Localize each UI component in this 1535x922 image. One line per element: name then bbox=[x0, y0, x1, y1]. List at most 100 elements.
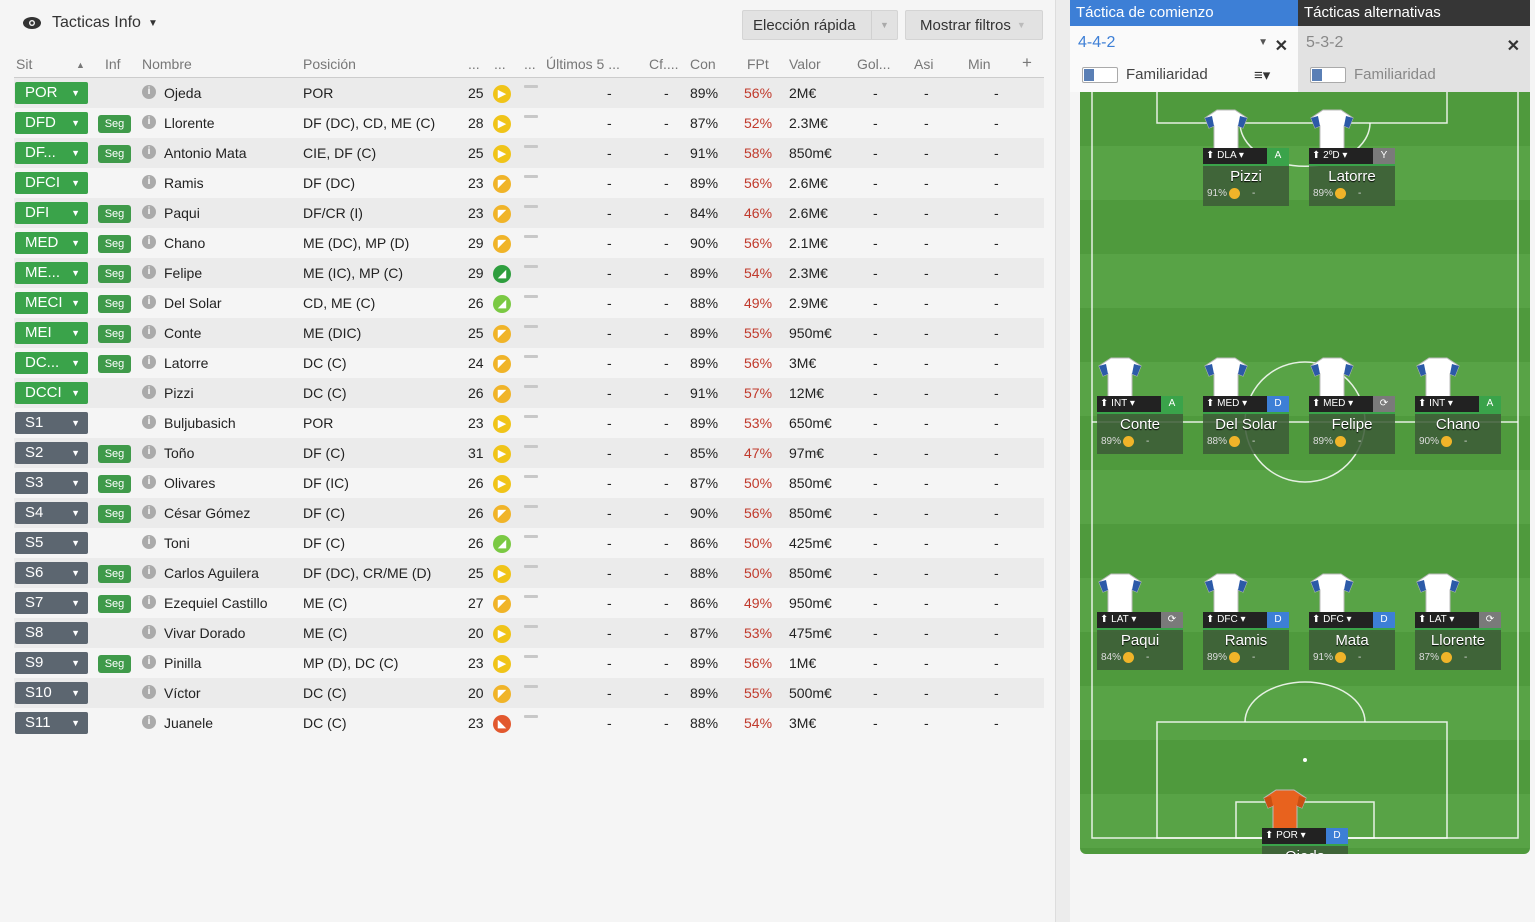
player-name[interactable]: Buljubasich bbox=[164, 415, 236, 431]
role-bar[interactable]: ⬆ LAT ▾ ⟳ bbox=[1415, 612, 1501, 628]
player-name[interactable]: Ezequiel Castillo bbox=[164, 595, 268, 611]
status-badge[interactable]: Seg bbox=[98, 355, 131, 373]
position-selector[interactable]: DFD ▼ bbox=[15, 112, 88, 134]
position-selector[interactable]: S8 ▼ bbox=[15, 622, 88, 644]
role-bar[interactable]: ⬆ 2ºD ▾ Y bbox=[1309, 148, 1395, 164]
info-icon[interactable]: i bbox=[142, 535, 156, 549]
position-selector[interactable]: S5 ▼ bbox=[15, 532, 88, 554]
col-condition[interactable]: ... bbox=[494, 56, 506, 72]
position-selector[interactable]: DFI ▼ bbox=[15, 202, 88, 224]
col-cf[interactable]: Cf.... bbox=[649, 56, 679, 72]
status-badge[interactable]: Seg bbox=[98, 445, 131, 463]
position-selector[interactable]: S1 ▼ bbox=[15, 412, 88, 434]
status-badge[interactable]: Seg bbox=[98, 475, 131, 493]
info-icon[interactable]: i bbox=[142, 595, 156, 609]
familiarity-toggle[interactable]: Familiaridad bbox=[1082, 66, 1208, 83]
position-selector[interactable]: MED ▼ bbox=[15, 232, 88, 254]
position-selector[interactable]: DC... ▼ bbox=[15, 352, 88, 374]
player-card[interactable]: Conte 89% - bbox=[1097, 412, 1183, 454]
info-icon[interactable]: i bbox=[142, 355, 156, 369]
add-column-icon[interactable]: + bbox=[1022, 53, 1032, 73]
table-row[interactable]: S7 ▼ Seg i Ezequiel Castillo ME (C) 27 ◤ - - 86% 49… bbox=[14, 588, 1044, 618]
info-icon[interactable]: i bbox=[142, 655, 156, 669]
info-icon[interactable]: i bbox=[142, 265, 156, 279]
position-selector[interactable]: MECI ▼ bbox=[15, 292, 88, 314]
role-bar[interactable]: ⬆ DFC ▾ D bbox=[1309, 612, 1395, 628]
status-badge[interactable]: Seg bbox=[98, 505, 131, 523]
menu-icon[interactable]: ≡▾ bbox=[1254, 66, 1270, 84]
info-icon[interactable]: i bbox=[142, 385, 156, 399]
alt-familiarity-toggle[interactable]: Familiaridad bbox=[1310, 66, 1436, 83]
role-bar[interactable]: ⬆ MED ▾ D bbox=[1203, 396, 1289, 412]
table-row[interactable]: MED ▼ Seg i Chano ME (DC), MP (D) 29 ◤ - - 90% 56% 2… bbox=[14, 228, 1044, 258]
status-badge[interactable]: Seg bbox=[98, 565, 131, 583]
role-bar[interactable]: ⬆ INT ▾ A bbox=[1097, 396, 1183, 412]
info-icon[interactable]: i bbox=[142, 625, 156, 639]
player-name[interactable]: Llorente bbox=[164, 115, 215, 131]
col-sit[interactable]: Sit bbox=[16, 56, 32, 72]
view-selector[interactable]: Tacticas Info ▼ bbox=[22, 14, 158, 32]
status-badge[interactable]: Seg bbox=[98, 295, 131, 313]
info-icon[interactable]: i bbox=[142, 475, 156, 489]
position-selector[interactable]: DFCI ▼ bbox=[15, 172, 88, 194]
position-selector[interactable]: S3 ▼ bbox=[15, 472, 88, 494]
player-duty[interactable]: D bbox=[1326, 828, 1348, 844]
player-duty[interactable]: A bbox=[1267, 148, 1289, 164]
player-name[interactable]: Paqui bbox=[164, 205, 200, 221]
player-name[interactable]: Ojeda bbox=[164, 85, 201, 101]
player-name[interactable]: Juanele bbox=[164, 715, 213, 731]
col-fpt[interactable]: FPt bbox=[747, 56, 769, 72]
table-row[interactable]: POR ▼ i Ojeda POR 25 ▶ - - 89% 56% 2M€ - - - bbox=[14, 78, 1044, 108]
position-selector[interactable]: S10 ▼ bbox=[15, 682, 88, 704]
player-name[interactable]: Conte bbox=[164, 325, 201, 341]
position-selector[interactable]: S4 ▼ bbox=[15, 502, 88, 524]
table-row[interactable]: DC... ▼ Seg i Latorre DC (C) 24 ◤ - - 89% 56% 3M€ - - - bbox=[14, 348, 1044, 378]
table-row[interactable]: MEI ▼ Seg i Conte ME (DIC) 25 ◤ - - 89% 55% 950m€ - - - bbox=[14, 318, 1044, 348]
table-row[interactable]: DFI ▼ Seg i Paqui DF/CR (I) 23 ◤ - - 84% 46% 2.6M€ - -… bbox=[14, 198, 1044, 228]
player-card[interactable]: Chano 90% - bbox=[1415, 412, 1501, 454]
status-badge[interactable]: Seg bbox=[98, 115, 131, 133]
info-icon[interactable]: i bbox=[142, 325, 156, 339]
table-row[interactable]: S8 ▼ i Vivar Dorado ME (C) 20 ▶ - - 87% 53% 475m€ - -… bbox=[14, 618, 1044, 648]
table-row[interactable]: S3 ▼ Seg i Olivares DF (IC) 26 ▶ - - 87% 50% 850m€ - -… bbox=[14, 468, 1044, 498]
player-duty[interactable]: D bbox=[1267, 396, 1289, 412]
player-name[interactable]: Toño bbox=[164, 445, 194, 461]
player-name[interactable]: Carlos Aguilera bbox=[164, 565, 259, 581]
info-icon[interactable]: i bbox=[142, 445, 156, 459]
player-name[interactable]: Vivar Dorado bbox=[164, 625, 245, 641]
player-name[interactable]: César Gómez bbox=[164, 505, 250, 521]
player-name[interactable]: Pizzi bbox=[164, 385, 194, 401]
player-card[interactable]: Pizzi 91% - bbox=[1203, 164, 1289, 206]
toggle-switch[interactable] bbox=[1082, 66, 1118, 83]
player-duty[interactable]: Y bbox=[1373, 148, 1395, 164]
player-duty[interactable]: A bbox=[1161, 396, 1183, 412]
col-con[interactable]: Con bbox=[690, 56, 716, 72]
player-duty[interactable]: D bbox=[1373, 612, 1395, 628]
player-card[interactable]: Ojeda89%- bbox=[1262, 844, 1348, 854]
position-selector[interactable]: S9 ▼ bbox=[15, 652, 88, 674]
tab-start-tactic[interactable]: Táctica de comienzo bbox=[1070, 0, 1298, 26]
table-row[interactable]: DFD ▼ Seg i Llorente DF (DC), CD, ME (C) 28 ▶ - -… bbox=[14, 108, 1044, 138]
player-duty[interactable]: ⟳ bbox=[1161, 612, 1183, 628]
table-row[interactable]: DF... ▼ Seg i Antonio Mata CIE, DF (C) 25 ▶ - - 91… bbox=[14, 138, 1044, 168]
info-icon[interactable]: i bbox=[142, 235, 156, 249]
status-badge[interactable]: Seg bbox=[98, 235, 131, 253]
table-row[interactable]: S11 ▼ i Juanele DC (C) 23 ◣ - - 88% 54% 3M€ - - - bbox=[14, 708, 1044, 738]
player-duty[interactable]: ⟳ bbox=[1479, 612, 1501, 628]
role-bar[interactable]: ⬆ MED ▾ ⟳ bbox=[1309, 396, 1395, 412]
player-card[interactable]: Mata 91% - bbox=[1309, 628, 1395, 670]
player-name[interactable]: Toni bbox=[164, 535, 190, 551]
info-icon[interactable]: i bbox=[142, 415, 156, 429]
formation-select[interactable]: 4-4-2 ▼ bbox=[1078, 34, 1268, 56]
chevron-down-icon[interactable]: ▼ bbox=[871, 11, 897, 39]
player-duty[interactable]: A bbox=[1479, 396, 1501, 412]
col-position[interactable]: Posición bbox=[303, 56, 356, 72]
info-icon[interactable]: i bbox=[142, 85, 156, 99]
tab-alt-tactics[interactable]: Tácticas alternativas bbox=[1298, 0, 1530, 26]
position-selector[interactable]: S11 ▼ bbox=[15, 712, 88, 734]
table-row[interactable]: S4 ▼ Seg i César Gómez DF (C) 26 ◤ - - 90% 56% 850m€… bbox=[14, 498, 1044, 528]
info-icon[interactable]: i bbox=[142, 115, 156, 129]
status-badge[interactable]: Seg bbox=[98, 265, 131, 283]
player-name[interactable]: Latorre bbox=[164, 355, 208, 371]
player-name[interactable]: Pinilla bbox=[164, 655, 201, 671]
